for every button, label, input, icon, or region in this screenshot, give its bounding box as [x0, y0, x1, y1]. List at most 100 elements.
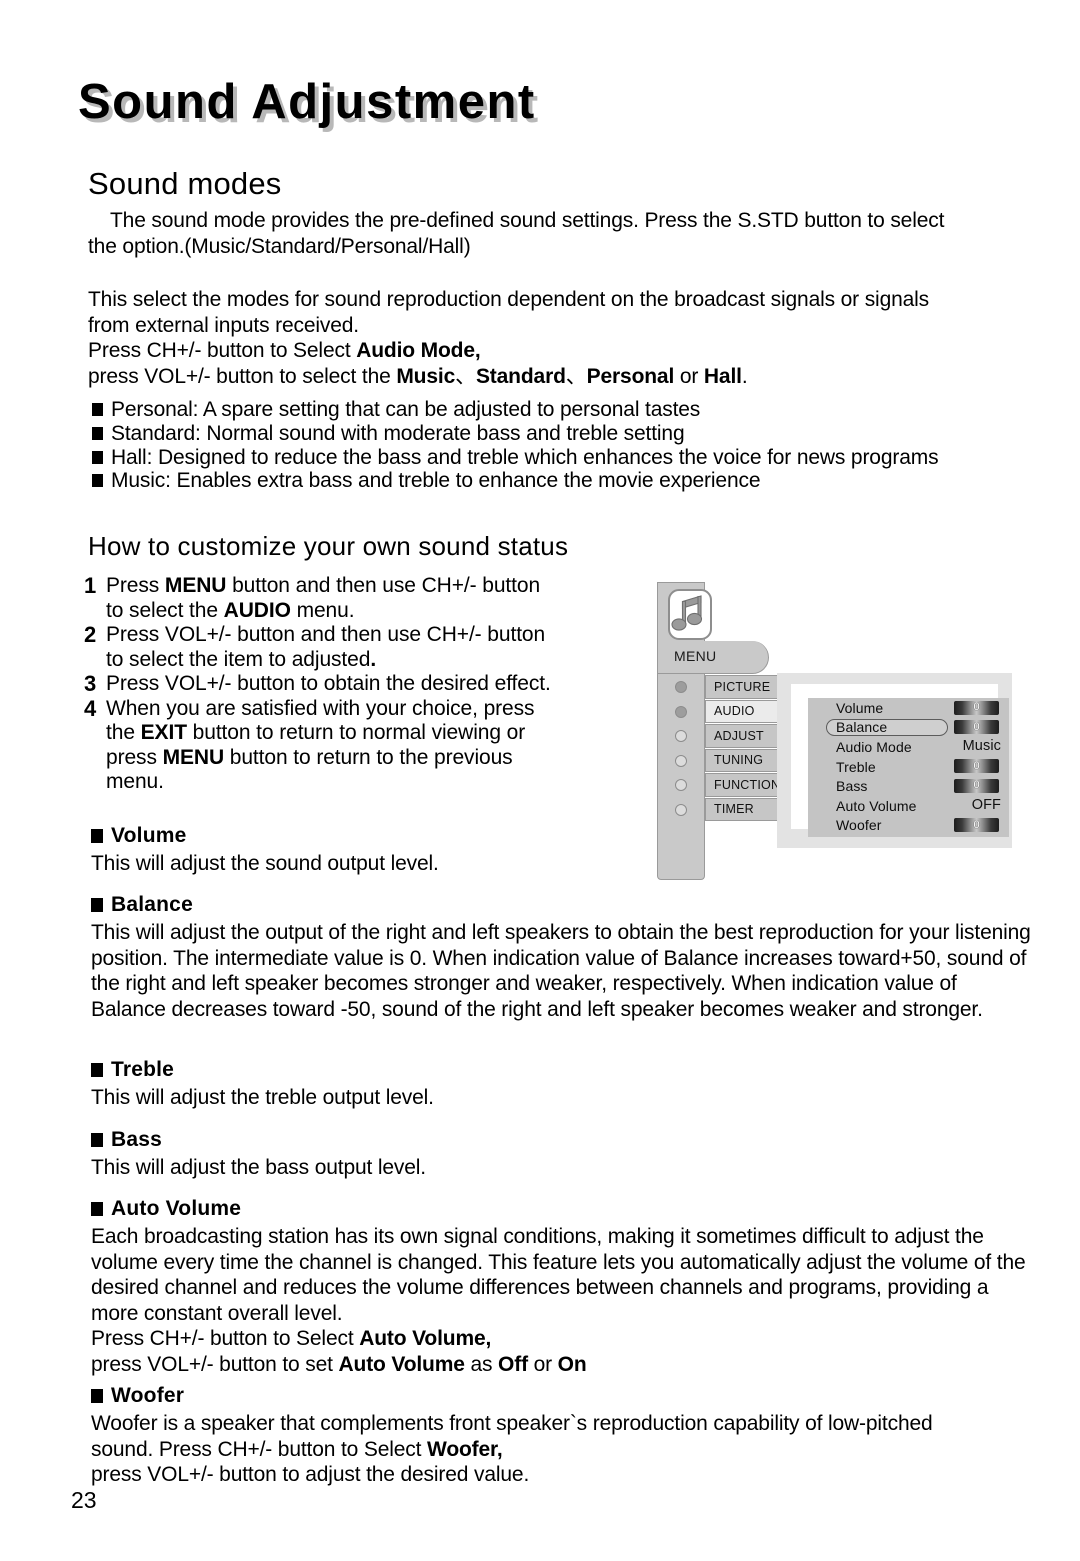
mode-hall-emphasis: Hall [703, 364, 742, 388]
radio-empty-icon [675, 803, 687, 816]
osd-setting-bass[interactable]: Bass 0 [808, 776, 1009, 796]
square-bullet-icon [91, 1133, 103, 1147]
step-text: menu. [290, 598, 355, 622]
osd-radio-picture[interactable] [666, 675, 696, 700]
select-line-2: from external inputs received. [88, 313, 359, 337]
mode-separator-2: 、 [565, 364, 587, 388]
step-emphasis: MENU [164, 574, 227, 597]
section-balance: Balance This will adjust the output of t… [91, 893, 1036, 1022]
section-title-text: Bass [111, 1128, 163, 1151]
intro-line-2: the option.(Music/Standard/Personal/Hall… [88, 234, 471, 258]
section-heading: Woofer [91, 1384, 1041, 1408]
osd-setting-balance[interactable]: Balance 0 [808, 718, 1009, 738]
osd-radio-adjust[interactable] [666, 724, 696, 749]
list-item: Personal: A spare setting that can be ad… [92, 398, 1037, 422]
list-item: Music: Enables extra bass and treble to … [92, 469, 1037, 493]
customize-steps-list: 1 Press MENU button and then use CH+/- b… [84, 573, 624, 795]
osd-setting-auto-volume[interactable]: Auto Volume OFF [808, 796, 1009, 816]
osd-value-bar[interactable]: 0 [954, 759, 999, 774]
section-title-text: Auto Volume [111, 1197, 242, 1220]
osd-setting-label: Balance [836, 719, 888, 736]
osd-radio-column [666, 675, 696, 822]
off-emphasis: Off [498, 1352, 528, 1376]
woofer-line-1: Woofer is a speaker that complements fro… [91, 1412, 933, 1435]
square-bullet-icon [92, 474, 103, 488]
woofer-emphasis: Woofer, [427, 1437, 503, 1461]
mode-standard-emphasis: Standard [475, 364, 566, 388]
step-text: When you are satisfied with your choice,… [106, 696, 535, 720]
osd-setting-label: Woofer [836, 817, 882, 834]
square-bullet-icon [92, 450, 103, 464]
osd-value-text: 0 [973, 701, 980, 713]
square-bullet-icon [91, 898, 103, 912]
osd-settings-panel: Volume 0 Balance 0 Audio Mode Music Treb… [777, 673, 1012, 848]
osd-radio-tuning[interactable] [666, 749, 696, 774]
osd-value-bar[interactable]: 0 [954, 778, 999, 793]
list-item: 2 Press VOL+/- button and then use CH+/-… [84, 622, 624, 672]
osd-radio-audio[interactable] [666, 700, 696, 725]
osd-value-text: 0 [973, 779, 980, 792]
auto-volume-as-word: as [464, 1352, 499, 1376]
square-bullet-icon [92, 403, 103, 416]
intro-line-1: The sound mode provides the pre-defined … [110, 209, 945, 232]
mode-personal-emphasis: Personal [586, 364, 675, 388]
osd-setting-woofer[interactable]: Woofer 0 [808, 816, 1009, 836]
mode-period: . [741, 364, 748, 388]
list-item: 4 When you are satisfied with your choic… [84, 695, 624, 795]
osd-setting-label: Volume [836, 699, 884, 716]
auto-volume-press2-prefix: press VOL+/- button to set [91, 1352, 339, 1376]
section-auto-volume: Auto Volume Each broadcasting station ha… [91, 1197, 1036, 1377]
page-title-container: Sound Adjustment [78, 73, 778, 135]
bullet-text: Personal: A spare setting that can be ad… [111, 398, 701, 421]
section-woofer: Woofer Woofer is a speaker that compleme… [91, 1384, 1041, 1488]
auto-volume-body-text: Each broadcasting station has its own si… [91, 1225, 1026, 1325]
section-treble: Treble This will adjust the treble outpu… [91, 1058, 611, 1111]
step-number: 4 [84, 695, 97, 721]
list-item: 1 Press MENU button and then use CH+/- b… [84, 573, 624, 623]
section-title-text: Treble [111, 1058, 175, 1081]
mode-music-emphasis: Music [396, 364, 456, 388]
osd-value-bar[interactable]: 0 [954, 700, 999, 715]
osd-menu-label: MENU [674, 648, 717, 664]
radio-empty-icon [675, 681, 687, 694]
sound-modes-heading: Sound modes [88, 166, 282, 201]
sound-modes-select-paragraph: This select the modes for sound reproduc… [88, 287, 1038, 389]
section-body: This will adjust the bass output level. [91, 1156, 426, 1179]
osd-setting-audio-mode[interactable]: Audio Mode Music [808, 737, 1009, 757]
step-text: Press [106, 574, 165, 597]
sound-modes-bullet-list: Personal: A spare setting that can be ad… [92, 398, 1037, 493]
radio-filled-icon [675, 705, 687, 718]
osd-setting-volume[interactable]: Volume 0 [808, 698, 1009, 718]
step-number: 3 [84, 671, 97, 696]
step-emphasis: . [370, 647, 377, 671]
osd-value-bar[interactable]: 0 [954, 720, 999, 735]
music-note-icon [668, 589, 712, 640]
section-heading: Bass [91, 1128, 611, 1152]
osd-icon-tile [657, 582, 712, 645]
step-body: Press VOL+/- button and then use CH+/- b… [106, 623, 624, 672]
list-item: 3 Press VOL+/- button to obtain the desi… [84, 671, 624, 697]
step-text: to select the item to adjusted [106, 647, 371, 671]
osd-setting-label: Auto Volume [836, 797, 917, 814]
osd-value-bar[interactable]: 0 [954, 818, 999, 833]
section-title-text: Balance [111, 893, 193, 916]
osd-radio-timer[interactable] [666, 798, 696, 823]
section-title-text: Woofer [111, 1384, 185, 1407]
osd-setting-treble[interactable]: Treble 0 [808, 757, 1009, 777]
step-text: button to return to the previous [224, 745, 513, 769]
osd-menu-tab[interactable]: MENU [657, 641, 769, 674]
select-line-1: This select the modes for sound reproduc… [88, 288, 930, 311]
step-emphasis: EXIT [140, 721, 187, 744]
step-emphasis: MENU [162, 745, 225, 769]
osd-radio-function[interactable] [666, 773, 696, 798]
bullet-text: Standard: Normal sound with moderate bas… [111, 421, 685, 445]
select-line-3-prefix: Press CH+/- button to Select [88, 339, 357, 362]
section-body: This will adjust the sound output level. [91, 852, 439, 875]
step-body: Press VOL+/- button to obtain the desire… [106, 672, 624, 697]
radio-empty-icon [675, 730, 687, 743]
section-heading: Auto Volume [91, 1197, 1036, 1221]
square-bullet-icon [92, 426, 103, 440]
osd-value-text: 0 [973, 720, 980, 733]
square-bullet-icon [91, 1063, 103, 1077]
mode-separator-1: 、 [455, 364, 476, 388]
